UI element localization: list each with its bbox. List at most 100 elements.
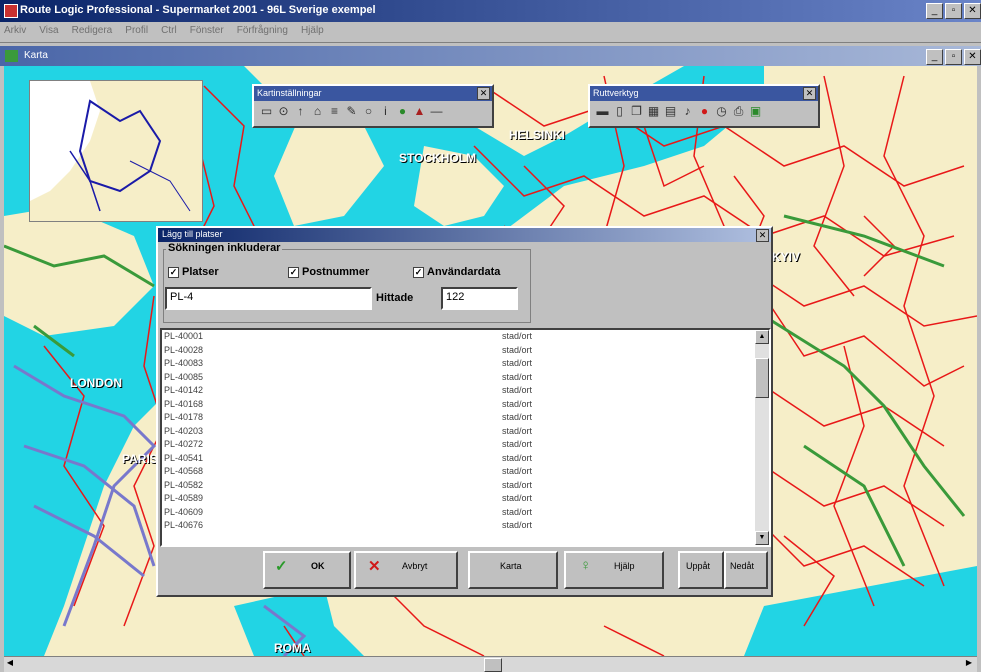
list-item[interactable]: PL-40272 stad/ort: [162, 438, 756, 452]
menu-item-query[interactable]: Förfrågning: [237, 25, 288, 36]
copy-icon[interactable]: ❐: [630, 105, 643, 118]
window-icon[interactable]: ▭: [260, 105, 273, 118]
list-item[interactable]: PL-40609 stad/ort: [162, 506, 756, 520]
road-icon[interactable]: ≡: [328, 105, 341, 118]
list-item[interactable]: PL-40541 stad/ort: [162, 452, 756, 466]
menu-item-window[interactable]: Fönster: [190, 25, 224, 36]
line-icon[interactable]: —: [430, 105, 443, 118]
close-icon[interactable]: ✕: [803, 87, 816, 100]
list-item[interactable]: PL-40001 stad/ort: [162, 330, 756, 344]
list-item[interactable]: PL-40178 stad/ort: [162, 411, 756, 425]
menu-item-ctrl[interactable]: Ctrl: [161, 25, 177, 36]
list-item[interactable]: PL-40083 stad/ort: [162, 357, 756, 371]
place-type: stad/ort: [502, 452, 533, 463]
building-icon[interactable]: ▲: [413, 105, 426, 118]
help-button[interactable]: ♀ Hjälp: [564, 551, 664, 589]
globe-icon[interactable]: ●: [396, 105, 409, 118]
results-list[interactable]: PL-40001 stad/ort PL-40028 stad/ort PL-40083…: [160, 328, 771, 547]
map-horizontal-scrollbar[interactable]: ◀ ▶: [4, 656, 977, 672]
place-type: stad/ort: [502, 344, 533, 355]
list-item[interactable]: PL-40589 stad/ort: [162, 492, 756, 506]
scroll-left-icon[interactable]: ◀: [4, 658, 16, 670]
checkbox-checked-icon[interactable]: ✓: [288, 266, 299, 278]
menu-item-visa[interactable]: Visa: [39, 25, 58, 36]
list-item[interactable]: PL-40085 stad/ort: [162, 371, 756, 385]
menu-item-redigera[interactable]: Redigera: [72, 25, 113, 36]
map-button[interactable]: Karta: [468, 551, 558, 589]
postal-checkbox[interactable]: ✓ Postnummer: [288, 266, 369, 278]
stop-icon[interactable]: ●: [698, 105, 711, 118]
city-label-paris: PARIS: [122, 452, 158, 466]
list-item[interactable]: PL-40168 stad/ort: [162, 398, 756, 412]
minimize-icon[interactable]: _: [926, 3, 943, 19]
found-count: 122: [441, 287, 518, 310]
list-item[interactable]: PL-40676 stad/ort: [162, 519, 756, 533]
list-item[interactable]: PL-40582 stad/ort: [162, 479, 756, 493]
truck-icon[interactable]: ▬: [596, 105, 609, 118]
map-button-label: Karta: [500, 561, 522, 571]
close-icon[interactable]: ✕: [477, 87, 490, 100]
zoom-icon[interactable]: ⊙: [277, 105, 290, 118]
window-controls: _ ▫ ✕: [926, 3, 981, 19]
up-button[interactable]: Uppåt: [678, 551, 724, 589]
scroll-thumb[interactable]: [755, 358, 769, 398]
overview-map[interactable]: [29, 80, 203, 222]
app-titlebar: Route Logic Professional - Supermarket 2…: [0, 0, 981, 22]
place-id: PL-40589: [164, 493, 204, 503]
clock-icon[interactable]: ◷: [715, 105, 728, 118]
cancel-button[interactable]: ✕ Avbryt: [354, 551, 458, 589]
info-icon[interactable]: i: [379, 105, 392, 118]
add-places-dialog: Lägg till platser ✕ Sökningen inkluderar…: [156, 226, 773, 597]
circle-icon[interactable]: ○: [362, 105, 375, 118]
document-icon[interactable]: ▯: [613, 105, 626, 118]
scroll-down-icon[interactable]: ▼: [755, 531, 769, 545]
list-icon[interactable]: ♪: [681, 105, 694, 118]
place-type: stad/ort: [502, 425, 533, 436]
menu-item-arkiv[interactable]: Arkiv: [4, 25, 26, 36]
place-id: PL-40028: [164, 344, 204, 355]
place-type: stad/ort: [502, 479, 533, 490]
checkmark-icon: ✓: [275, 558, 288, 575]
menu-item-help[interactable]: Hjälp: [301, 25, 324, 36]
list-item[interactable]: PL-40203 stad/ort: [162, 425, 756, 439]
down-button-label: Nedåt: [730, 561, 755, 571]
home-icon[interactable]: ⌂: [311, 105, 324, 118]
checkbox-checked-icon[interactable]: ✓: [413, 266, 424, 278]
restore-icon[interactable]: ▫: [945, 49, 962, 65]
cancel-button-label: Avbryt: [402, 561, 428, 571]
panel-icon[interactable]: ▤: [664, 105, 677, 118]
search-input[interactable]: PL-4: [165, 287, 372, 310]
map-settings-toolbar[interactable]: Kartinställningar ✕ ▭ ⊙ ↑ ⌂ ≡ ✎ ○ i ● ▲ …: [252, 84, 494, 128]
close-icon[interactable]: ✕: [964, 49, 981, 65]
map-icon[interactable]: ▣: [749, 105, 762, 118]
user-data-checkbox[interactable]: ✓ Användardata: [413, 266, 500, 278]
place-type: stad/ort: [502, 439, 533, 449]
results-scrollbar[interactable]: ▲ ▼: [755, 330, 769, 545]
pen-icon[interactable]: ✎: [345, 105, 358, 118]
horizontal-scroll-thumb[interactable]: [484, 658, 502, 672]
minimize-icon[interactable]: _: [926, 49, 943, 65]
scroll-right-icon[interactable]: ▶: [963, 658, 975, 670]
help-button-label: Hjälp: [614, 561, 635, 571]
scroll-up-icon[interactable]: ▲: [755, 330, 769, 344]
list-item[interactable]: PL-40142 stad/ort: [162, 384, 756, 398]
list-item[interactable]: PL-40568 stad/ort: [162, 465, 756, 479]
places-checkbox[interactable]: ✓ Platser: [168, 266, 219, 278]
menu-item-profil[interactable]: Profil: [125, 25, 148, 36]
grid-icon[interactable]: ▦: [647, 105, 660, 118]
printer-icon[interactable]: ⎙: [732, 105, 745, 118]
checkbox-checked-icon[interactable]: ✓: [168, 266, 179, 278]
lightbulb-icon: ♀: [580, 557, 592, 574]
restore-icon[interactable]: ▫: [945, 3, 962, 19]
close-icon[interactable]: ✕: [756, 229, 769, 242]
place-type: stad/ort: [502, 398, 533, 409]
close-icon[interactable]: ✕: [964, 3, 981, 19]
down-button[interactable]: Nedåt: [724, 551, 768, 589]
pointer-icon[interactable]: ↑: [294, 105, 307, 118]
list-item[interactable]: PL-40028 stad/ort: [162, 344, 756, 358]
route-tools-toolbar-title-text: Ruttverktyg: [593, 88, 639, 98]
cross-icon: ✕: [368, 558, 381, 575]
found-label: Hittade: [376, 292, 414, 304]
route-tools-toolbar[interactable]: Ruttverktyg ✕ ▬ ▯ ❐ ▦ ▤ ♪ ● ◷ ⎙ ▣: [588, 84, 820, 128]
ok-button[interactable]: ✓ OK: [263, 551, 351, 589]
